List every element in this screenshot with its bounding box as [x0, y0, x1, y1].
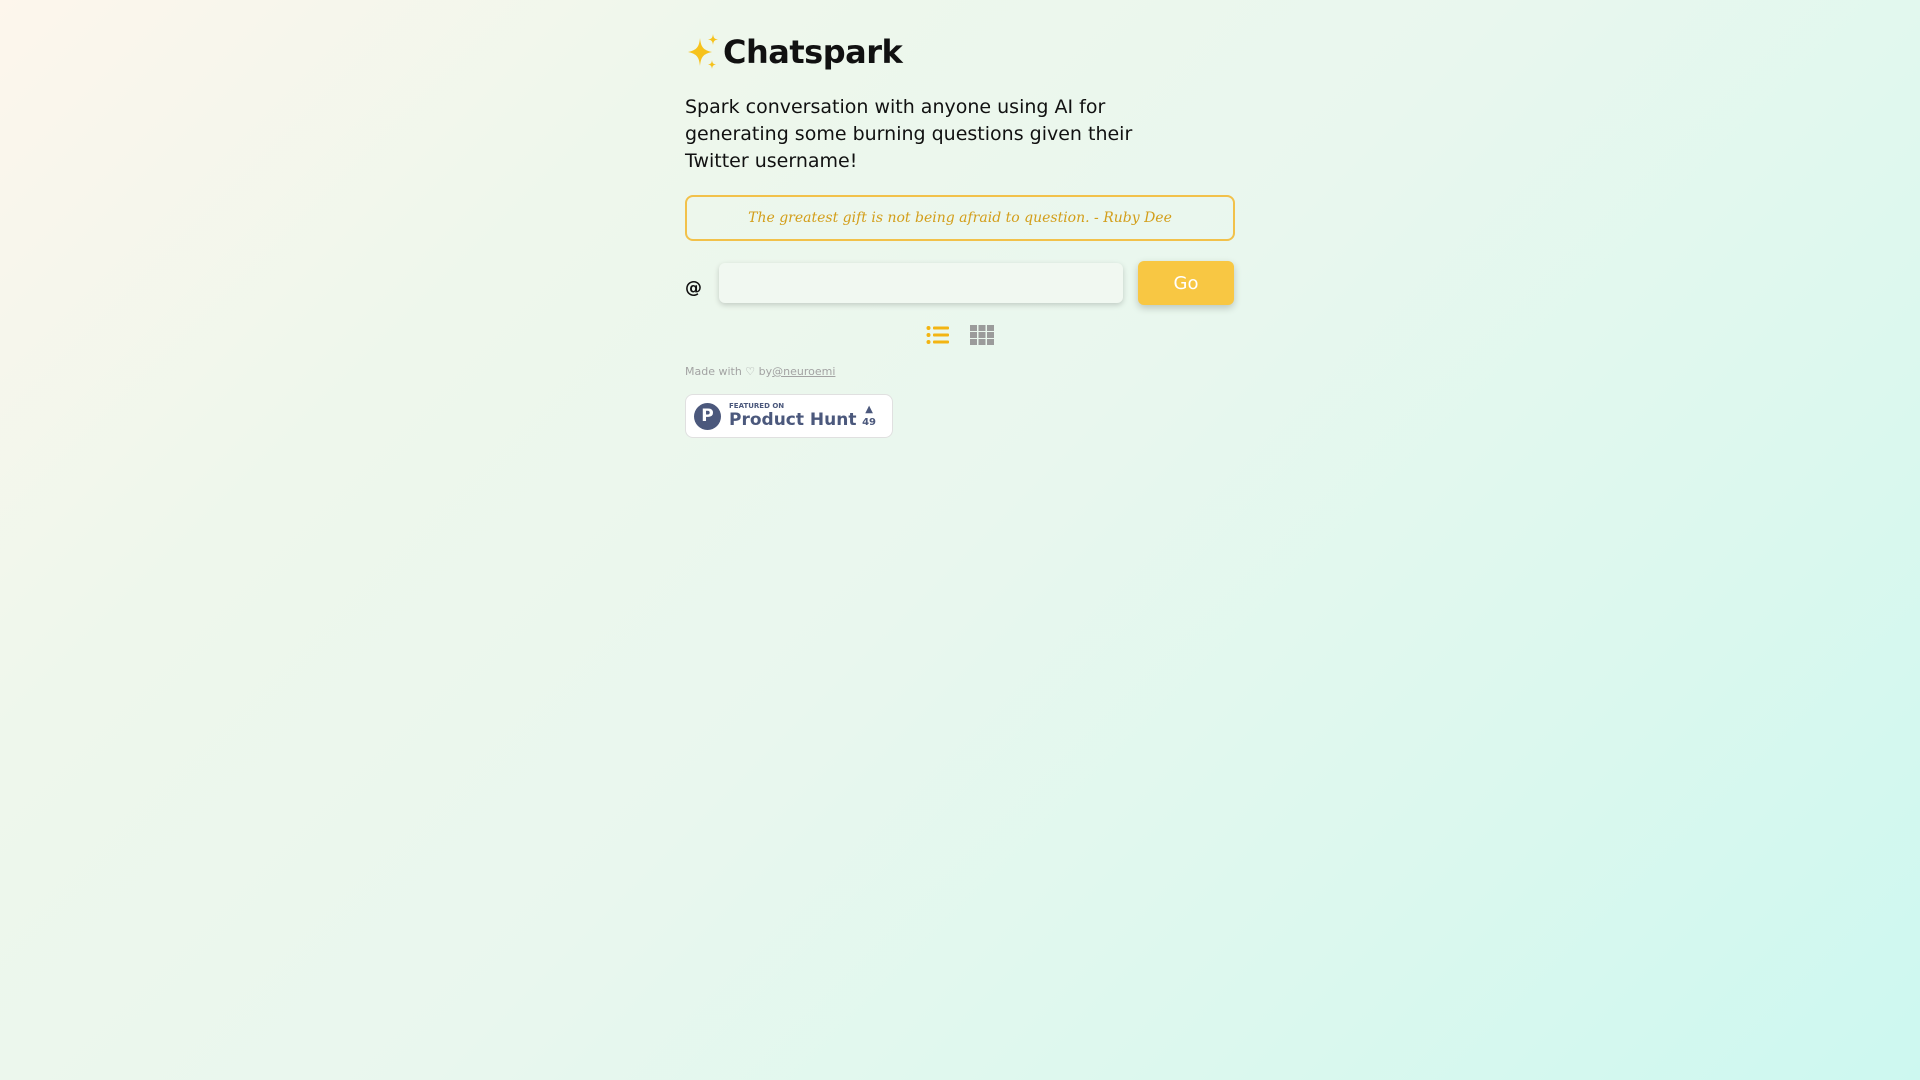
product-hunt-badge[interactable]: P FEATURED ON Product Hunt ▲ 49: [685, 394, 893, 438]
grid-view-icon[interactable]: [970, 325, 994, 345]
upvote-arrow-icon: ▲: [865, 403, 873, 415]
quote-box: The greatest gift is not being afraid to…: [685, 195, 1235, 241]
sparkles-icon: [688, 34, 718, 69]
at-prefix: @: [685, 278, 702, 298]
username-form: @ Go: [685, 261, 1235, 305]
go-button[interactable]: Go: [1138, 261, 1234, 305]
brand-header: Chatspark: [685, 30, 1235, 74]
view-toggle-group: [685, 325, 1235, 345]
product-hunt-logo-icon: P: [694, 402, 721, 430]
vote-number: 49: [862, 416, 876, 428]
product-hunt-name: Product Hunt: [729, 410, 857, 430]
credit-line: Made with ♡ by@neuroemi: [685, 365, 1235, 378]
vote-count: ▲ 49: [862, 403, 876, 428]
username-input[interactable]: [719, 263, 1123, 303]
list-view-icon[interactable]: [926, 325, 950, 345]
featured-on-label: FEATURED ON: [729, 402, 785, 410]
product-hunt-text: FEATURED ON Product Hunt: [729, 403, 856, 429]
quote-text: The greatest gift is not being afraid to…: [748, 210, 1172, 226]
tagline: Spark conversation with anyone using AI …: [685, 96, 1133, 172]
author-link[interactable]: @neuroemi: [772, 365, 835, 378]
app-title: Chatspark: [723, 33, 903, 71]
credit-text: Made with ♡ by: [685, 365, 773, 378]
main-container: Chatspark Spark conversation with anyone…: [685, 30, 1235, 438]
